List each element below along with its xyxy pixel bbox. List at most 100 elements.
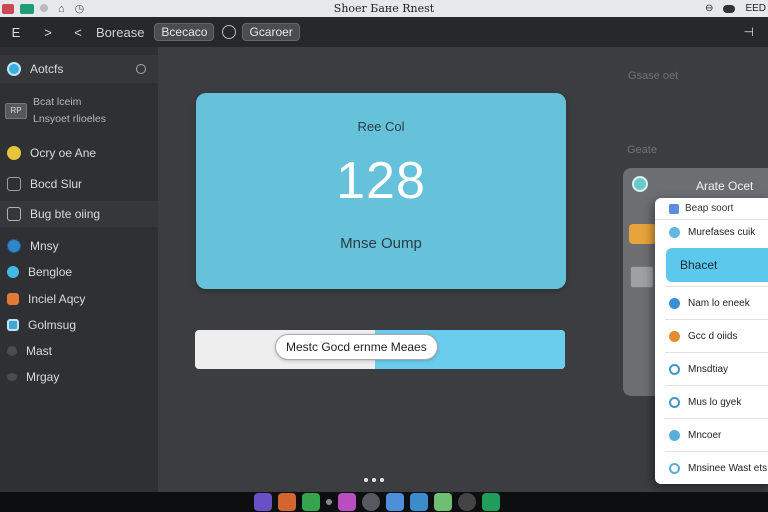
maps-app-icon[interactable]: [434, 493, 452, 511]
sidebar-item-label: Mrgay: [26, 370, 60, 384]
dot-icon: [669, 226, 680, 238]
record-icon[interactable]: [222, 25, 237, 39]
card-heading: Ree Col: [357, 119, 405, 134]
terminal-app-icon[interactable]: [362, 493, 380, 511]
dropdown-header-label: Beap soort: [685, 203, 734, 214]
page-dot[interactable]: [380, 478, 384, 482]
info-icon: [7, 62, 21, 76]
dropdown-item[interactable]: Nam lo eneek: [655, 287, 768, 319]
sidebar-item-label: Ocry oe Ane: [30, 146, 97, 160]
preview-app-icon[interactable]: [410, 493, 428, 511]
sidebar-item-label: Bug bte oiing: [30, 207, 101, 221]
summary-card[interactable]: Ree Col 128 Mnse Oump: [196, 93, 566, 289]
window-title: Shoer Бане Rnest: [333, 2, 435, 15]
sidebar-item-aotcfs[interactable]: Aotcfs: [0, 55, 158, 83]
sidebar-item-inciel[interactable]: Inciel Aqcy: [0, 287, 158, 311]
dropdown-item[interactable]: Mncoer: [655, 419, 768, 451]
notes-app-icon[interactable]: [302, 493, 320, 511]
search-icon[interactable]: ⊖: [705, 3, 713, 14]
sidebar-item-bcat[interactable]: RP Bcat lceim Lnsyoet rlioeles: [0, 91, 158, 131]
sidebar-item-label: Bocd Slur: [30, 177, 83, 191]
window-icon: [7, 207, 21, 221]
dot-icon: [669, 396, 680, 408]
search-icon: [669, 203, 679, 214]
dot-icon: [669, 297, 680, 309]
dropdown-item[interactable]: Murefases cuik: [655, 220, 768, 244]
camera-app-icon[interactable]: [458, 493, 476, 511]
dropdown-item[interactable]: Mnsinee Wast ets: [655, 452, 768, 484]
toolbar: E > < Borease Bcecaco Gcaroer ⊣: [0, 17, 768, 47]
sidebar-item-label: Golmsug: [28, 318, 77, 332]
dot-icon: [669, 330, 680, 342]
dropdown-item[interactable]: Mnsdtiay: [655, 353, 768, 385]
sidebar-item-mrgay[interactable]: Mrgay: [0, 365, 158, 389]
music-app-icon[interactable]: [338, 493, 356, 511]
toolbar-label: Borease: [96, 24, 145, 40]
sidebar-item-bug[interactable]: Bug bte oiing: [0, 201, 158, 227]
sidebar-item-label: Inciel Aqcy: [28, 292, 86, 306]
dot-icon: [669, 363, 680, 375]
progress-label[interactable]: Mestc Gocd ernme Meaes: [275, 334, 438, 360]
star-icon: [7, 146, 21, 160]
dropdown-item-label: Mnsdtiay: [688, 363, 729, 375]
toggle-icon[interactable]: [723, 4, 736, 13]
dropdown-item-label: Mnsinee Wast ets: [688, 462, 768, 474]
status-text: EED: [745, 3, 766, 14]
window-controls: [2, 3, 48, 14]
panel-gray-button[interactable]: [630, 266, 654, 288]
settings-icon[interactable]: [136, 64, 146, 74]
page-indicator[interactable]: [364, 478, 384, 482]
dot-icon: [669, 429, 680, 441]
dot-icon: [669, 462, 680, 474]
dropdown-menu[interactable]: Beap soort Murefases cuik Bhacet Nam lo …: [655, 198, 768, 484]
store-app-icon[interactable]: [482, 493, 500, 511]
sidebar-toggle-button[interactable]: E: [4, 25, 28, 40]
maximize-button[interactable]: [20, 3, 34, 14]
sidebar-item-ocry[interactable]: Ocry oe Ane: [0, 141, 158, 165]
sidebar-item-bocd[interactable]: Bocd Slur: [0, 172, 158, 196]
home-icon[interactable]: ⌂: [58, 3, 65, 15]
monitor-icon: [7, 177, 21, 191]
finder-app-icon[interactable]: [386, 493, 404, 511]
dropdown-item-selected[interactable]: Bhacet: [666, 248, 768, 282]
dropdown-item-label: Mus lo gyek: [688, 396, 742, 408]
mail-app-icon[interactable]: [254, 493, 272, 511]
dock-items: [254, 493, 500, 511]
cloud-icon: [7, 373, 17, 381]
dot-icon: [7, 266, 19, 278]
sidebar-item-label: Mnsy: [30, 239, 59, 253]
panel-avatar-icon: [632, 176, 648, 192]
sidebar-item-label: Mast: [26, 344, 53, 358]
sidebar-item-mnsy[interactable]: Mnsy: [0, 234, 158, 258]
dropdown-item[interactable]: Mus lo gyek: [655, 386, 768, 418]
dropdown-item-label: Nam lo eneek: [688, 297, 750, 309]
dock: [0, 492, 768, 512]
circle-icon: [7, 346, 17, 356]
title-bar: ⌂ ◷ Shoer Бане Rnest ⊖ EED: [0, 0, 768, 17]
sidebar-item-mast[interactable]: Mast: [0, 339, 158, 363]
page-dot[interactable]: [372, 478, 376, 482]
sidebar-item-bengloe[interactable]: Bengloe: [0, 260, 158, 284]
dropdown-item[interactable]: Gcc d oiids: [655, 320, 768, 352]
panel-orange-button[interactable]: [629, 224, 657, 244]
clock-icon[interactable]: ◷: [75, 2, 85, 15]
panel-title: Arate Ocet: [696, 179, 754, 193]
page-dot[interactable]: [364, 478, 368, 482]
minimize-button[interactable]: [40, 3, 48, 12]
dropdown-item-label: Bhacet: [680, 258, 718, 272]
forward-button[interactable]: >: [36, 25, 60, 40]
right-label-top: Gsase oet: [628, 70, 679, 82]
back-button[interactable]: <: [66, 25, 90, 40]
sidebar-item-golmsug[interactable]: Golmsug: [0, 313, 158, 337]
progress-bar[interactable]: Mestc Gocd ernme Meaes: [195, 330, 565, 369]
toolbar-chip-1[interactable]: Bcecaco: [154, 23, 215, 41]
dropdown-header[interactable]: Beap soort: [655, 198, 768, 220]
globe-icon: [7, 239, 21, 253]
photos-app-icon[interactable]: [278, 493, 296, 511]
close-button[interactable]: [2, 3, 14, 14]
panel-toggle-icon[interactable]: ⊣: [744, 25, 754, 39]
dropdown-item-label: Murefases cuik: [688, 226, 756, 238]
toolbar-chip-2[interactable]: Gcaroer: [242, 23, 300, 41]
dropdown-item-label: Gcc d oiids: [688, 330, 738, 342]
flame-icon: [7, 293, 19, 305]
